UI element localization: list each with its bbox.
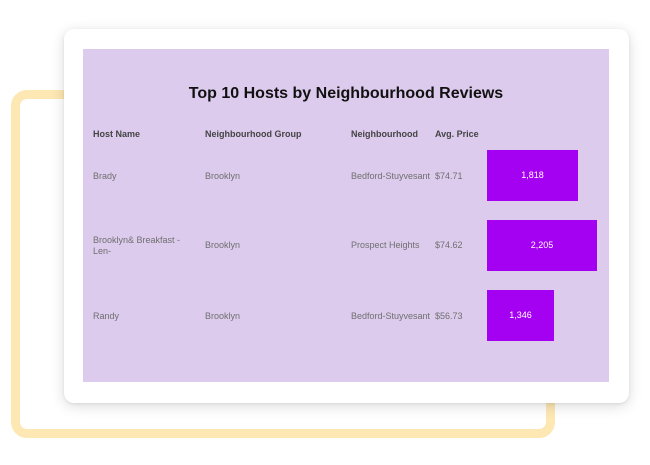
table-row-price: $74.71 <box>435 171 463 181</box>
table-row-price: $56.73 <box>435 311 463 321</box>
table-row-group: Brooklyn <box>205 171 241 181</box>
column-header-neighbourhood: Neighbourhood <box>351 129 418 139</box>
table-row-neighbourhood: Prospect Heights <box>351 240 420 250</box>
column-header-avg-price: Avg. Price <box>435 129 479 139</box>
table-row-group: Brooklyn <box>205 311 241 321</box>
review-bar-label: 1,346 <box>509 310 532 320</box>
table-row-host: Brady <box>93 171 117 181</box>
review-bar-label: 2,205 <box>530 240 554 250</box>
table-row-neighbourhood: Bedford-Stuyvesant <box>351 311 431 321</box>
table-row-price: $74.62 <box>435 240 463 250</box>
column-header-host-name: Host Name <box>93 129 141 139</box>
table-row-neighbourhood: Bedford-Stuyvesant <box>351 171 431 181</box>
table-row-group: Brooklyn <box>205 240 241 250</box>
review-bar-label: 1,818 <box>521 170 544 180</box>
table-row-host: Brooklyn& Breakfast -Len- <box>93 235 181 256</box>
table-row-host: Randy <box>93 311 120 321</box>
chart-title: Top 10 Hosts by Neighbourhood Reviews <box>188 85 504 102</box>
column-header-neighbourhood-group: Neighbourhood Group <box>205 129 302 139</box>
